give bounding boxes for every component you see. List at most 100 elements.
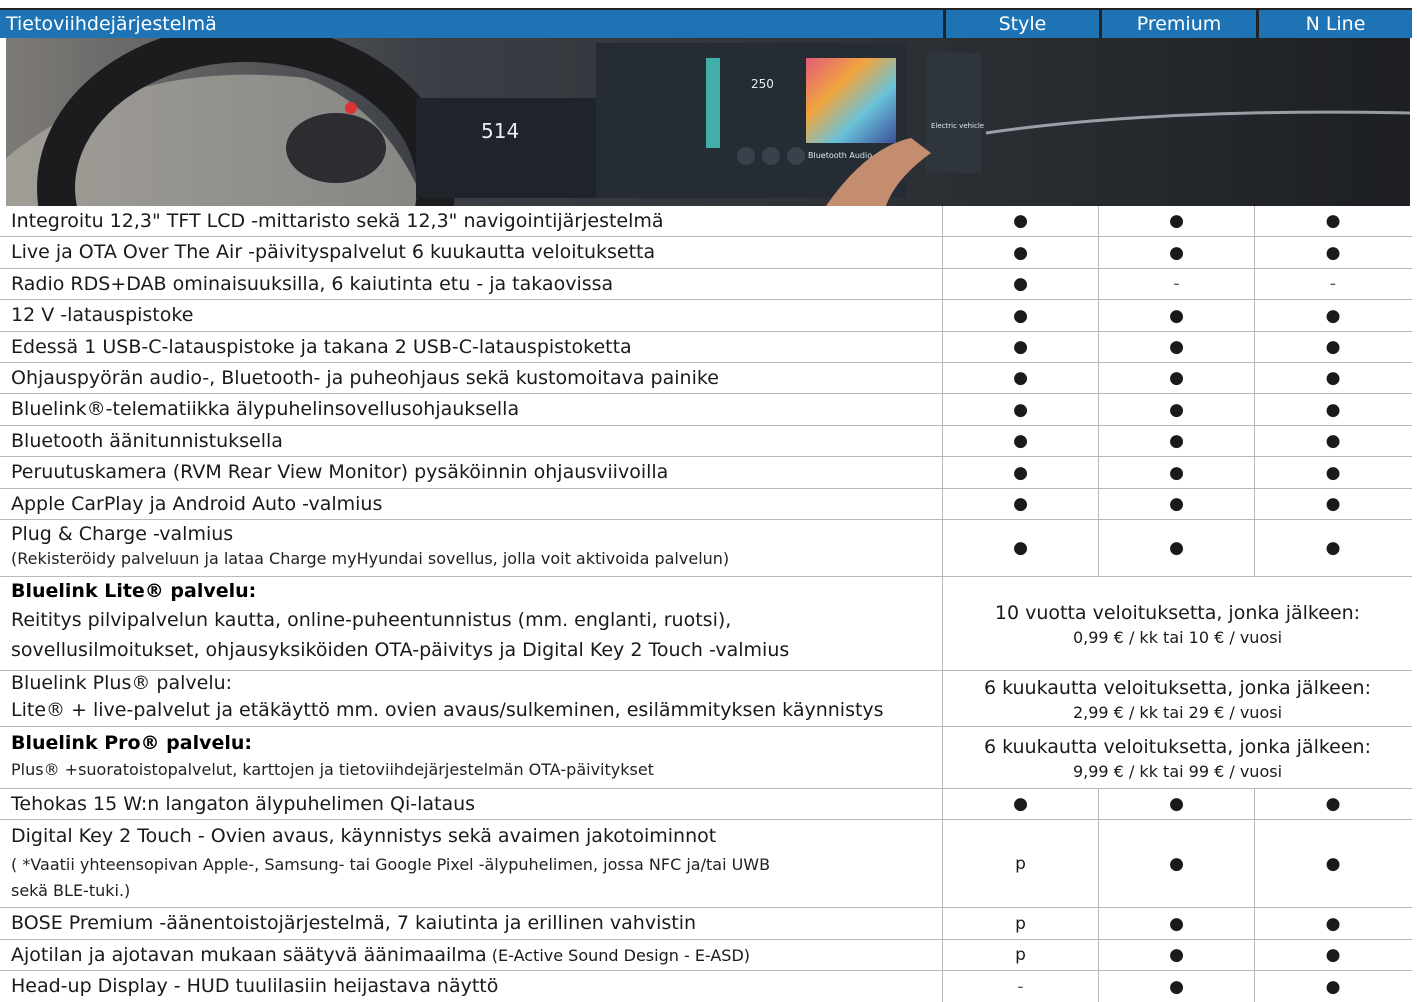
dashboard-illustration: 514 250 Bluetooth Audio Electric vehicle (6, 38, 1410, 206)
table-row: Ajotilan ja ajotavan mukaan säätyvä ääni… (0, 940, 1412, 971)
table-header: Tietoviihdejärjestelmä Style Premium N L… (0, 8, 1412, 38)
value-premium: ● (1099, 237, 1255, 268)
value-nline: ● (1325, 794, 1341, 814)
feature-label: 12 V -latauspistoke (0, 300, 943, 331)
value-style: ● (943, 269, 1099, 299)
value-style: ● (943, 394, 1099, 425)
value-premium: ● (1099, 789, 1255, 819)
table-row: Bluelink Pro® palvelu: Plus® +suoratoist… (0, 727, 1412, 789)
feature-label: Ajotilan ja ajotavan mukaan säätyvä ääni… (11, 944, 487, 966)
feature-label: Digital Key 2 Touch - Ovien avaus, käynn… (11, 825, 717, 847)
value-premium: ● (1099, 820, 1255, 907)
value-nline: ● (1325, 853, 1341, 874)
table-row: Integroitu 12,3" TFT LCD -mittaristo sek… (0, 206, 1412, 237)
range-value: 250 (751, 77, 774, 91)
feature-label: Apple CarPlay ja Android Auto -valmius (0, 489, 943, 519)
value-premium: - (1099, 269, 1255, 299)
value-style: ● (943, 206, 1099, 236)
feature-cell: Ajotilan ja ajotavan mukaan säätyvä ääni… (0, 940, 943, 970)
table-row: Bluelink Lite® palvelu: Reititys pilvipa… (0, 577, 1412, 671)
feature-cell: Bluelink Lite® palvelu: Reititys pilvipa… (0, 577, 943, 670)
value-premium: ● (1099, 457, 1255, 488)
value-premium: ● (1099, 489, 1255, 519)
column-header-style: Style (943, 10, 1099, 38)
feature-label: Bluelink Pro® palvelu: (11, 732, 253, 754)
feature-note: Reititys pilvipalvelun kautta, online-pu… (11, 609, 732, 631)
table-row: Bluelink®-telematiikka älypuhelinsovellu… (0, 394, 1412, 426)
value-nline: ● (1325, 538, 1341, 558)
feature-label: Radio RDS+DAB ominaisuuksilla, 6 kaiutin… (0, 269, 943, 299)
feature-label: Bluelink Lite® palvelu: (11, 580, 257, 602)
feature-label: BOSE Premium -äänentoistojärjestelmä, 7 … (0, 908, 943, 939)
value-premium: ● (1099, 426, 1255, 456)
feature-label-small: (E-Active Sound Design - E-ASD) (486, 946, 751, 965)
feature-label: Bluelink®-telematiikka älypuhelinsovellu… (0, 394, 943, 425)
value-premium: ● (1099, 300, 1255, 331)
merged-value: 6 kuukautta veloituksetta, jonka jälkeen… (943, 727, 1412, 788)
feature-note: (Rekisteröidy palveluun ja lataa Charge … (11, 549, 730, 568)
value-premium: ● (1099, 908, 1255, 939)
value-nline: ● (1325, 399, 1341, 420)
value-style: ● (943, 520, 1099, 576)
feature-note-2: sekä BLE-tuki.) (11, 881, 131, 900)
value-nline: ● (1325, 211, 1341, 231)
value-style: ● (943, 489, 1099, 519)
cluster-value: 514 (481, 119, 519, 143)
value-premium: ● (1099, 394, 1255, 425)
section-title: Tietoviihdejärjestelmä (0, 10, 943, 38)
value-nline: ● (1325, 337, 1341, 357)
column-header-premium: Premium (1099, 10, 1256, 38)
feature-note: Plus® +suoratoistopalvelut, karttojen ja… (11, 760, 654, 779)
value-style: - (943, 971, 1099, 1002)
value-style: p (943, 940, 1099, 970)
value-premium: ● (1099, 520, 1255, 576)
value-style: ● (943, 237, 1099, 268)
feature-note: ( *Vaatii yhteensopivan Apple-, Samsung-… (11, 855, 771, 874)
merged-value-title: 10 vuotta veloituksetta, jonka jälkeen: (994, 601, 1361, 624)
screen-label: Bluetooth Audio (808, 151, 872, 160)
table-row: Ohjauspyörän audio-, Bluetooth- ja puheo… (0, 363, 1412, 394)
feature-label: Ohjauspyörän audio-, Bluetooth- ja puheo… (0, 363, 943, 393)
value-nline: ● (1325, 945, 1341, 965)
column-header-nline: N Line (1256, 10, 1412, 38)
feature-note: Lite® + live-palvelut ja etäkäyttö mm. o… (11, 699, 884, 721)
table-row: Plug & Charge -valmius (Rekisteröidy pal… (0, 520, 1412, 577)
feature-note-2: sovellusilmoitukset, ohjausyksiköiden OT… (11, 639, 790, 661)
merged-value-title: 6 kuukautta veloituksetta, jonka jälkeen… (983, 676, 1372, 699)
table-row: 12 V -latauspistoke ● ● ● (0, 300, 1412, 332)
value-style: ● (943, 300, 1099, 331)
feature-label: Head-up Display - HUD tuulilasiin heijas… (0, 971, 943, 1002)
merged-value-price: 0,99 € / kk tai 10 € / vuosi (1072, 627, 1283, 647)
value-style: ● (943, 789, 1099, 819)
feature-label: Plug & Charge -valmius (11, 523, 234, 545)
value-style: ● (943, 332, 1099, 362)
value-style: p (943, 820, 1099, 907)
value-premium: ● (1099, 971, 1255, 1002)
table-row: Head-up Display - HUD tuulilasiin heijas… (0, 971, 1412, 1002)
dashboard-photo: 514 250 Bluetooth Audio Electric vehicle (6, 38, 1410, 206)
value-nline: - (1329, 274, 1337, 294)
feature-cell: Plug & Charge -valmius (Rekisteröidy pal… (0, 520, 943, 576)
table-row: Peruutuskamera (RVM Rear View Monitor) p… (0, 457, 1412, 489)
value-nline: ● (1325, 305, 1341, 326)
table-row: Tehokas 15 W:n langaton älypuhelimen Qi-… (0, 789, 1412, 820)
merged-value-price: 2,99 € / kk tai 29 € / vuosi (1072, 702, 1283, 722)
value-nline: ● (1325, 242, 1341, 263)
value-premium: ● (1099, 940, 1255, 970)
value-nline: ● (1325, 368, 1341, 388)
merged-value: 10 vuotta veloituksetta, jonka jälkeen: … (943, 577, 1412, 670)
value-style: p (943, 908, 1099, 939)
feature-cell: Bluelink Pro® palvelu: Plus® +suoratoist… (0, 727, 943, 788)
feature-label: Integroitu 12,3" TFT LCD -mittaristo sek… (0, 206, 943, 236)
table-row: BOSE Premium -äänentoistojärjestelmä, 7 … (0, 908, 1412, 940)
feature-cell: Bluelink Plus® palvelu: Lite® + live-pal… (0, 671, 943, 726)
value-nline: ● (1325, 462, 1341, 483)
feature-label: Live ja OTA Over The Air -päivityspalvel… (0, 237, 943, 268)
feature-label: Edessä 1 USB-C-latauspistoke ja takana 2… (0, 332, 943, 362)
value-style: ● (943, 363, 1099, 393)
value-nline: ● (1325, 431, 1341, 451)
feature-cell: Digital Key 2 Touch - Ovien avaus, käynn… (0, 820, 943, 907)
spec-sheet: Tietoviihdejärjestelmä Style Premium N L… (0, 0, 1417, 1002)
feature-label: Tehokas 15 W:n langaton älypuhelimen Qi-… (0, 789, 943, 819)
right-panel-label: Electric vehicle (931, 122, 984, 130)
